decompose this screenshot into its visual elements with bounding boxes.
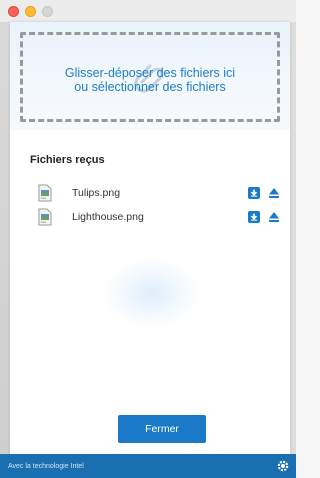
received-files-heading: Fichiers reçus [30,154,105,166]
image-file-icon [38,208,52,226]
file-name: Tulips.png [72,187,121,199]
drop-zone[interactable]: Glisser-déposer des fichiers ici ou séle… [10,22,290,130]
minimize-window-button[interactable] [25,5,36,17]
download-icon[interactable] [248,187,260,199]
background-glow [102,258,202,328]
file-row: Tulips.png [38,182,280,204]
footer-text: Avec la technologie Intel [8,462,84,470]
file-name: Lighthouse.png [72,211,144,223]
image-file-icon [38,184,52,202]
close-window-button[interactable] [8,5,19,17]
drop-zone-line-1: Glisser-déposer des fichiers ici [64,66,236,80]
file-transfer-panel: Glisser-déposer des fichiers ici ou séle… [10,22,290,454]
download-icon[interactable] [248,211,260,223]
zoom-window-button[interactable] [42,5,53,17]
drop-zone-text: Glisser-déposer des fichiers ici ou séle… [10,66,290,94]
eject-icon[interactable] [268,187,280,199]
window-titlebar [0,0,296,22]
eject-icon[interactable] [268,211,280,223]
file-row: Lighthouse.png [38,206,280,228]
gear-icon[interactable] [276,459,290,473]
select-files-link[interactable]: ou sélectionner des fichiers [10,80,290,94]
close-button[interactable]: Fermer [118,415,206,443]
background-window-edge-right [290,22,296,454]
footer-bar: Avec la technologie Intel [0,454,296,478]
background-window-edge [0,22,10,454]
